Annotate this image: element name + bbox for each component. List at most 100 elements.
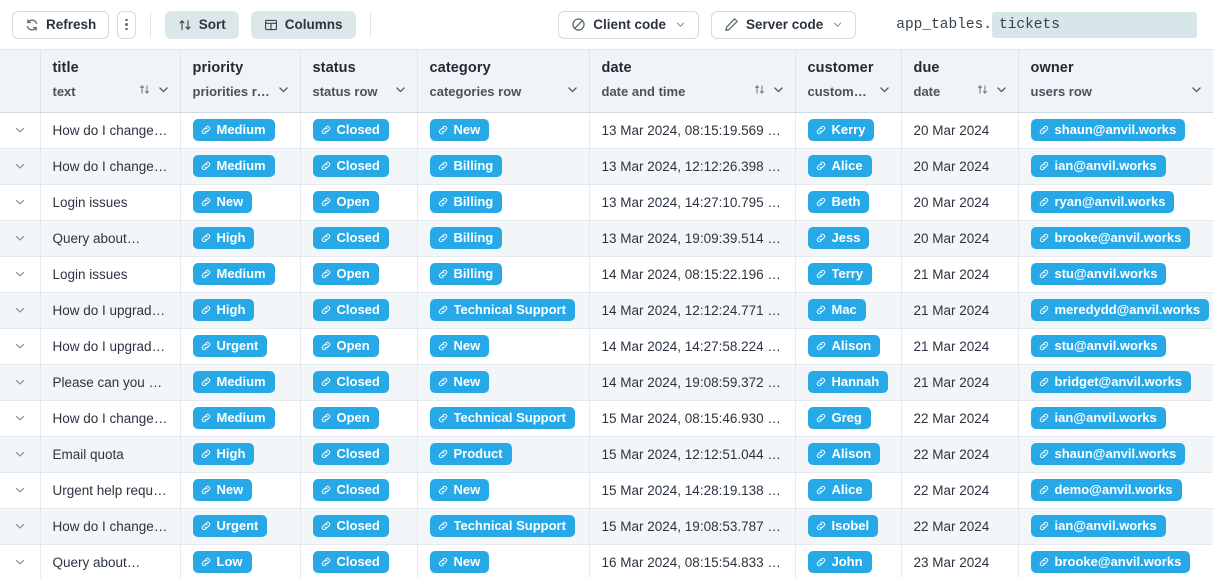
category-pill[interactable]: New: [430, 371, 490, 393]
cell-category[interactable]: Technical Support: [417, 508, 589, 544]
row-expand-cell[interactable]: [0, 436, 40, 472]
status-pill[interactable]: Closed: [313, 515, 389, 537]
column-header-owner[interactable]: owner users row: [1018, 50, 1213, 112]
column-menu-icon[interactable]: [394, 83, 407, 99]
cell-title[interactable]: Urgent help required…: [40, 472, 180, 508]
cell-status[interactable]: Open: [300, 184, 417, 220]
cell-status[interactable]: Closed: [300, 220, 417, 256]
status-pill[interactable]: Closed: [313, 443, 389, 465]
cell-title[interactable]: Email quota: [40, 436, 180, 472]
cell-title[interactable]: Please can you add…: [40, 364, 180, 400]
table-row[interactable]: How do I change my…MediumClosedNew13 Mar…: [0, 112, 1213, 148]
table-row[interactable]: Login issuesMediumOpenBilling14 Mar 2024…: [0, 256, 1213, 292]
cell-title[interactable]: Query about…: [40, 220, 180, 256]
row-expand-cell[interactable]: [0, 544, 40, 578]
table-name-field[interactable]: tickets: [992, 12, 1197, 38]
cell-status[interactable]: Open: [300, 256, 417, 292]
client-code-button[interactable]: Client code: [558, 11, 699, 39]
sort-button[interactable]: Sort: [165, 11, 239, 39]
column-header-priority[interactable]: priority priorities row: [180, 50, 300, 112]
category-pill[interactable]: Billing: [430, 227, 503, 249]
cell-date[interactable]: 14 Mar 2024, 12:12:24.771 +00:00: [589, 292, 795, 328]
cell-customer[interactable]: Terry: [795, 256, 901, 292]
customer-pill[interactable]: Alison: [808, 335, 881, 357]
customer-pill[interactable]: Alison: [808, 443, 881, 465]
customer-pill[interactable]: Terry: [808, 263, 873, 285]
cell-due[interactable]: 20 Mar 2024: [901, 112, 1018, 148]
customer-pill[interactable]: Hannah: [808, 371, 889, 393]
cell-date[interactable]: 14 Mar 2024, 19:08:59.372 +00:00: [589, 364, 795, 400]
category-pill[interactable]: Billing: [430, 191, 503, 213]
cell-priority[interactable]: High: [180, 436, 300, 472]
column-menu-icon[interactable]: [1190, 83, 1203, 99]
cell-owner[interactable]: shaun@anvil.works: [1018, 436, 1213, 472]
status-pill[interactable]: Closed: [313, 119, 389, 141]
column-menu-icon[interactable]: [277, 83, 290, 99]
expand-row-chevron-icon[interactable]: [0, 509, 40, 544]
row-expand-cell[interactable]: [0, 292, 40, 328]
more-options-button[interactable]: [117, 11, 136, 39]
priority-pill[interactable]: Urgent: [193, 515, 268, 537]
cell-customer[interactable]: Kerry: [795, 112, 901, 148]
cell-status[interactable]: Closed: [300, 148, 417, 184]
cell-due[interactable]: 23 Mar 2024: [901, 544, 1018, 578]
status-pill[interactable]: Closed: [313, 551, 389, 573]
cell-customer[interactable]: Hannah: [795, 364, 901, 400]
cell-category[interactable]: Technical Support: [417, 400, 589, 436]
cell-due[interactable]: 22 Mar 2024: [901, 400, 1018, 436]
column-menu-icon[interactable]: [157, 83, 170, 99]
category-pill[interactable]: Product: [430, 443, 512, 465]
category-pill[interactable]: Billing: [430, 263, 503, 285]
cell-title[interactable]: How do I upgrade m…: [40, 328, 180, 364]
cell-due[interactable]: 20 Mar 2024: [901, 184, 1018, 220]
priority-pill[interactable]: Medium: [193, 407, 275, 429]
cell-date[interactable]: 14 Mar 2024, 14:27:58.224 +00:00: [589, 328, 795, 364]
customer-pill[interactable]: John: [808, 551, 872, 573]
expand-row-chevron-icon[interactable]: [0, 149, 40, 184]
cell-due[interactable]: 21 Mar 2024: [901, 328, 1018, 364]
expand-row-chevron-icon[interactable]: [0, 329, 40, 364]
cell-priority[interactable]: Low: [180, 544, 300, 578]
table-row[interactable]: How do I upgrade m…HighClosedTechnical S…: [0, 292, 1213, 328]
category-pill[interactable]: New: [430, 551, 490, 573]
cell-customer[interactable]: John: [795, 544, 901, 578]
expand-row-chevron-icon[interactable]: [0, 365, 40, 400]
cell-priority[interactable]: Medium: [180, 112, 300, 148]
column-header-category[interactable]: category categories row: [417, 50, 589, 112]
column-menu-icon[interactable]: [772, 83, 785, 99]
priority-pill[interactable]: Medium: [193, 155, 275, 177]
row-expand-cell[interactable]: [0, 220, 40, 256]
server-code-button[interactable]: Server code: [711, 11, 856, 39]
cell-due[interactable]: 21 Mar 2024: [901, 256, 1018, 292]
owner-pill[interactable]: ian@anvil.works: [1031, 407, 1166, 429]
table-row[interactable]: Query about…HighClosedBilling13 Mar 2024…: [0, 220, 1213, 256]
cell-title[interactable]: How do I change my…: [40, 112, 180, 148]
priority-pill[interactable]: New: [193, 479, 253, 501]
expand-row-chevron-icon[interactable]: [0, 545, 40, 578]
cell-customer[interactable]: Mac: [795, 292, 901, 328]
status-pill[interactable]: Open: [313, 263, 379, 285]
table-row[interactable]: How do I change my…MediumOpenTechnical S…: [0, 400, 1213, 436]
priority-pill[interactable]: High: [193, 443, 255, 465]
customer-pill[interactable]: Mac: [808, 299, 866, 321]
expand-row-chevron-icon[interactable]: [0, 113, 40, 148]
column-header-due[interactable]: due date: [901, 50, 1018, 112]
priority-pill[interactable]: Medium: [193, 263, 275, 285]
row-expand-cell[interactable]: [0, 508, 40, 544]
cell-date[interactable]: 15 Mar 2024, 19:08:53.787 +00:00: [589, 508, 795, 544]
category-pill[interactable]: Technical Support: [430, 299, 575, 321]
cell-due[interactable]: 22 Mar 2024: [901, 508, 1018, 544]
cell-priority[interactable]: High: [180, 292, 300, 328]
status-pill[interactable]: Closed: [313, 227, 389, 249]
cell-owner[interactable]: meredydd@anvil.works: [1018, 292, 1213, 328]
table-row[interactable]: How do I change my…MediumClosedBilling13…: [0, 148, 1213, 184]
cell-category[interactable]: Billing: [417, 184, 589, 220]
cell-owner[interactable]: ian@anvil.works: [1018, 508, 1213, 544]
owner-pill[interactable]: ian@anvil.works: [1031, 515, 1166, 537]
cell-owner[interactable]: stu@anvil.works: [1018, 328, 1213, 364]
cell-priority[interactable]: New: [180, 472, 300, 508]
priority-pill[interactable]: Urgent: [193, 335, 268, 357]
owner-pill[interactable]: ian@anvil.works: [1031, 155, 1166, 177]
cell-owner[interactable]: stu@anvil.works: [1018, 256, 1213, 292]
table-row[interactable]: How do I upgrade m…UrgentOpenNew14 Mar 2…: [0, 328, 1213, 364]
